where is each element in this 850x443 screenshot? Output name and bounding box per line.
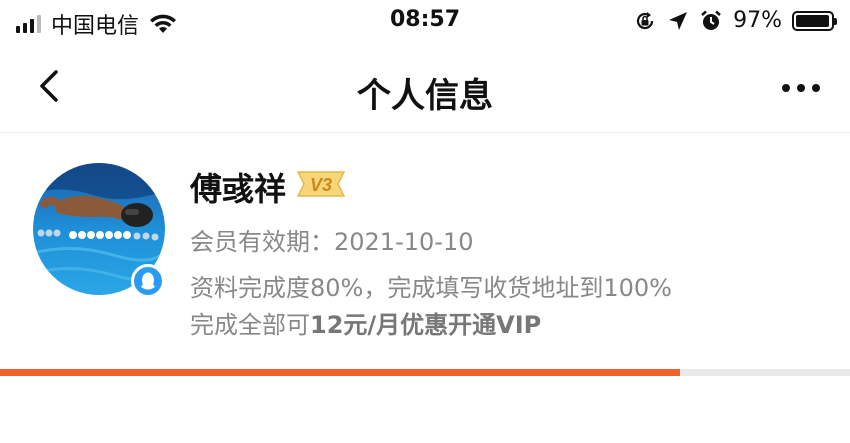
vip-level-text: V3 [310,175,332,195]
content-area [0,376,850,443]
battery-icon [792,10,837,31]
completion-hint: 资料完成度80%，完成填写收货地址到100% [190,274,672,302]
alarm-icon [701,10,721,30]
qq-penguin-icon [131,264,165,298]
battery-level [796,14,829,27]
status-right: 97% [633,8,837,33]
progress-fill [0,369,680,376]
more-dots-icon[interactable] [782,84,820,92]
membership-expiry: 会员有效期：2021-10-10 [190,222,473,257]
expiry-date: 2021-10-10 [334,228,474,256]
nav-bar: 个人信息 [0,44,850,133]
vip-level-badge: V3 [296,171,346,197]
offer-highlight: 12元/月优惠开通VIP [310,311,542,339]
page-title: 个人信息 [357,76,493,116]
offer-prefix: 完成全部可 [190,311,310,339]
status-bar: 中国电信 08:57 97% [0,0,850,44]
battery-percent: 97% [733,8,782,33]
rotation-lock-icon [637,11,654,29]
profile-completion-progress [0,369,850,376]
location-icon [669,11,688,30]
expiry-label: 会员有效期： [190,228,334,256]
vip-offer-hint: 完成全部可12元/月优惠开通VIP [190,305,541,340]
user-name: 傅彧祥 [190,170,287,208]
